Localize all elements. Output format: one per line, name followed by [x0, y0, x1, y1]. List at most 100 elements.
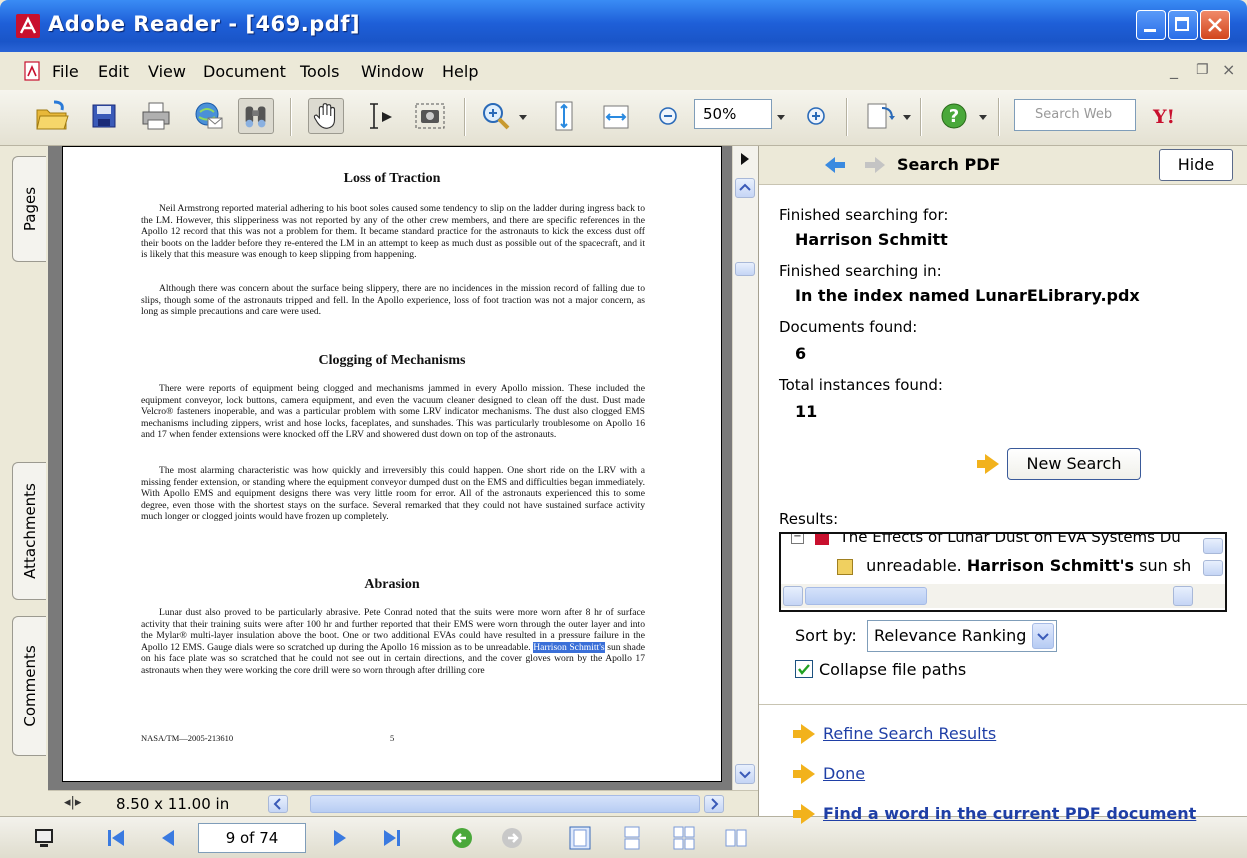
results-scroll-up[interactable] [1203, 538, 1223, 554]
collapse-tree-icon[interactable]: − [791, 534, 804, 544]
zoom-out-icon[interactable] [650, 98, 686, 134]
next-page-icon[interactable] [328, 826, 352, 850]
doc-close-icon[interactable]: × [1222, 60, 1235, 79]
searching-for-value: Harrison Schmitt [795, 230, 948, 249]
hand-icon [313, 103, 336, 129]
zoom-dropdown-icon[interactable] [776, 114, 786, 122]
results-scroll-thumb[interactable] [805, 587, 927, 605]
doc-minimize-icon[interactable]: _ [1170, 60, 1178, 79]
tab-comments[interactable]: Comments [12, 616, 46, 756]
close-button[interactable] [1200, 10, 1230, 40]
sort-by-select[interactable]: Relevance Ranking [867, 620, 1057, 652]
split-handle-icon[interactable]: ◂|▸ [64, 795, 81, 810]
zoom-in-tool-icon[interactable] [478, 98, 514, 134]
menu-tools[interactable]: Tools [300, 62, 339, 81]
scroll-thumb[interactable] [735, 262, 755, 276]
menu-edit[interactable]: Edit [98, 62, 129, 81]
result-document-title: The Effects of Lunar Dust on EVA Systems… [839, 532, 1181, 546]
scroll-left-button[interactable] [268, 795, 288, 813]
menu-window[interactable]: Window [361, 62, 424, 81]
scroll-up-button[interactable] [735, 178, 755, 198]
previous-page-icon[interactable] [156, 826, 180, 850]
continuous-facing-icon[interactable] [672, 826, 696, 850]
results-list[interactable]: − The Effects of Lunar Dust on EVA Syste… [779, 532, 1227, 612]
single-page-icon[interactable] [568, 826, 592, 850]
hide-button[interactable]: Hide [1159, 149, 1233, 181]
back-arrow-icon[interactable] [823, 155, 847, 175]
fit-width-icon[interactable] [598, 98, 634, 134]
collapse-paths-checkbox[interactable] [795, 660, 813, 678]
menu-view[interactable]: View [148, 62, 186, 81]
zoom-in-icon[interactable] [798, 98, 834, 134]
close-icon [1208, 18, 1222, 32]
results-scroll-right[interactable] [1173, 586, 1193, 606]
new-search-arrow-icon [977, 454, 999, 474]
tab-pages-label: Pages [20, 186, 39, 232]
open-folder-icon[interactable] [34, 98, 70, 134]
page-number-input[interactable]: 9 of 74 [198, 823, 306, 853]
results-horizontal-scrollbar[interactable] [781, 584, 1225, 608]
tab-pages[interactable]: Pages [12, 156, 46, 262]
sort-dropdown-button[interactable] [1032, 623, 1054, 649]
help-icon[interactable]: ? [936, 98, 972, 134]
vertical-scrollbar[interactable] [732, 146, 759, 790]
dropdown-arrow-icon[interactable] [902, 114, 912, 122]
results-scroll-down[interactable] [1203, 560, 1223, 576]
results-scroll-left[interactable] [783, 586, 803, 606]
monitor-icon[interactable] [32, 826, 56, 850]
page-size-label: 8.50 x 11.00 in [116, 795, 230, 813]
dropdown-arrow-icon[interactable] [978, 114, 988, 122]
pane-divider [759, 704, 1247, 705]
continuous-page-icon[interactable] [620, 826, 644, 850]
instances-found-label: Total instances found: [779, 376, 943, 394]
menu-help[interactable]: Help [442, 62, 478, 81]
save-icon[interactable] [86, 98, 122, 134]
dropdown-arrow-icon[interactable] [518, 114, 528, 122]
yahoo-logo-icon[interactable]: Y! [1146, 98, 1182, 134]
fit-page-icon[interactable] [546, 98, 582, 134]
search-pane-header: Search PDF Hide [759, 146, 1247, 185]
forward-arrow-icon[interactable] [863, 155, 887, 175]
sort-by-label: Sort by: [795, 626, 857, 645]
menu-document[interactable]: Document [203, 62, 286, 81]
email-icon[interactable] [190, 98, 226, 134]
find-word-link[interactable]: Find a word in the current PDF document [823, 804, 1196, 823]
result-document-row[interactable]: − The Effects of Lunar Dust on EVA Syste… [791, 532, 1181, 546]
menu-bar: File Edit View Document Tools Window Hel… [0, 52, 1247, 91]
tab-attachments[interactable]: Attachments [12, 462, 46, 600]
pdf-page: Loss of Traction Neil Armstrong reported… [62, 146, 722, 782]
select-text-icon[interactable] [362, 98, 398, 134]
search-binoculars-button[interactable] [238, 98, 274, 134]
next-view-icon[interactable] [500, 826, 524, 850]
document-view[interactable]: Loss of Traction Neil Armstrong reported… [48, 146, 732, 790]
search-highlight[interactable]: Harrison Schmitt's [533, 641, 605, 653]
done-link[interactable]: Done [823, 764, 865, 783]
title-bar[interactable]: Adobe Reader - [469.pdf] [0, 0, 1247, 52]
tab-comments-label: Comments [20, 645, 39, 727]
paragraph: The most alarming characteristic was how… [141, 465, 645, 523]
maximize-button[interactable] [1168, 10, 1198, 40]
doc-restore-icon[interactable]: ❐ [1196, 62, 1209, 78]
rotate-view-icon[interactable] [862, 98, 898, 134]
facing-page-icon[interactable] [724, 826, 748, 850]
scroll-down-button[interactable] [735, 764, 755, 784]
print-icon[interactable] [138, 98, 174, 134]
expand-pane-icon[interactable] [740, 152, 750, 166]
documents-found-label: Documents found: [779, 318, 918, 336]
new-search-button[interactable]: New Search [1007, 448, 1141, 480]
zoom-level-input[interactable]: 50% [694, 99, 772, 129]
first-page-icon[interactable] [104, 826, 128, 850]
search-web-input[interactable]: Search Web [1014, 99, 1136, 131]
horizontal-scroll-thumb[interactable] [310, 795, 700, 813]
hand-tool-button[interactable] [308, 98, 344, 134]
search-pane: Search PDF Hide Finished searching for: … [758, 146, 1247, 824]
pdf-result-icon [814, 534, 829, 545]
scroll-right-button[interactable] [704, 795, 724, 813]
last-page-icon[interactable] [380, 826, 404, 850]
minimize-button[interactable] [1136, 10, 1166, 40]
refine-search-link[interactable]: Refine Search Results [823, 724, 996, 743]
previous-view-icon[interactable] [450, 826, 474, 850]
snapshot-icon[interactable] [412, 98, 448, 134]
menu-file[interactable]: File [52, 62, 79, 81]
result-instance-row[interactable]: unreadable. Harrison Schmitt's sun sh [837, 556, 1191, 575]
